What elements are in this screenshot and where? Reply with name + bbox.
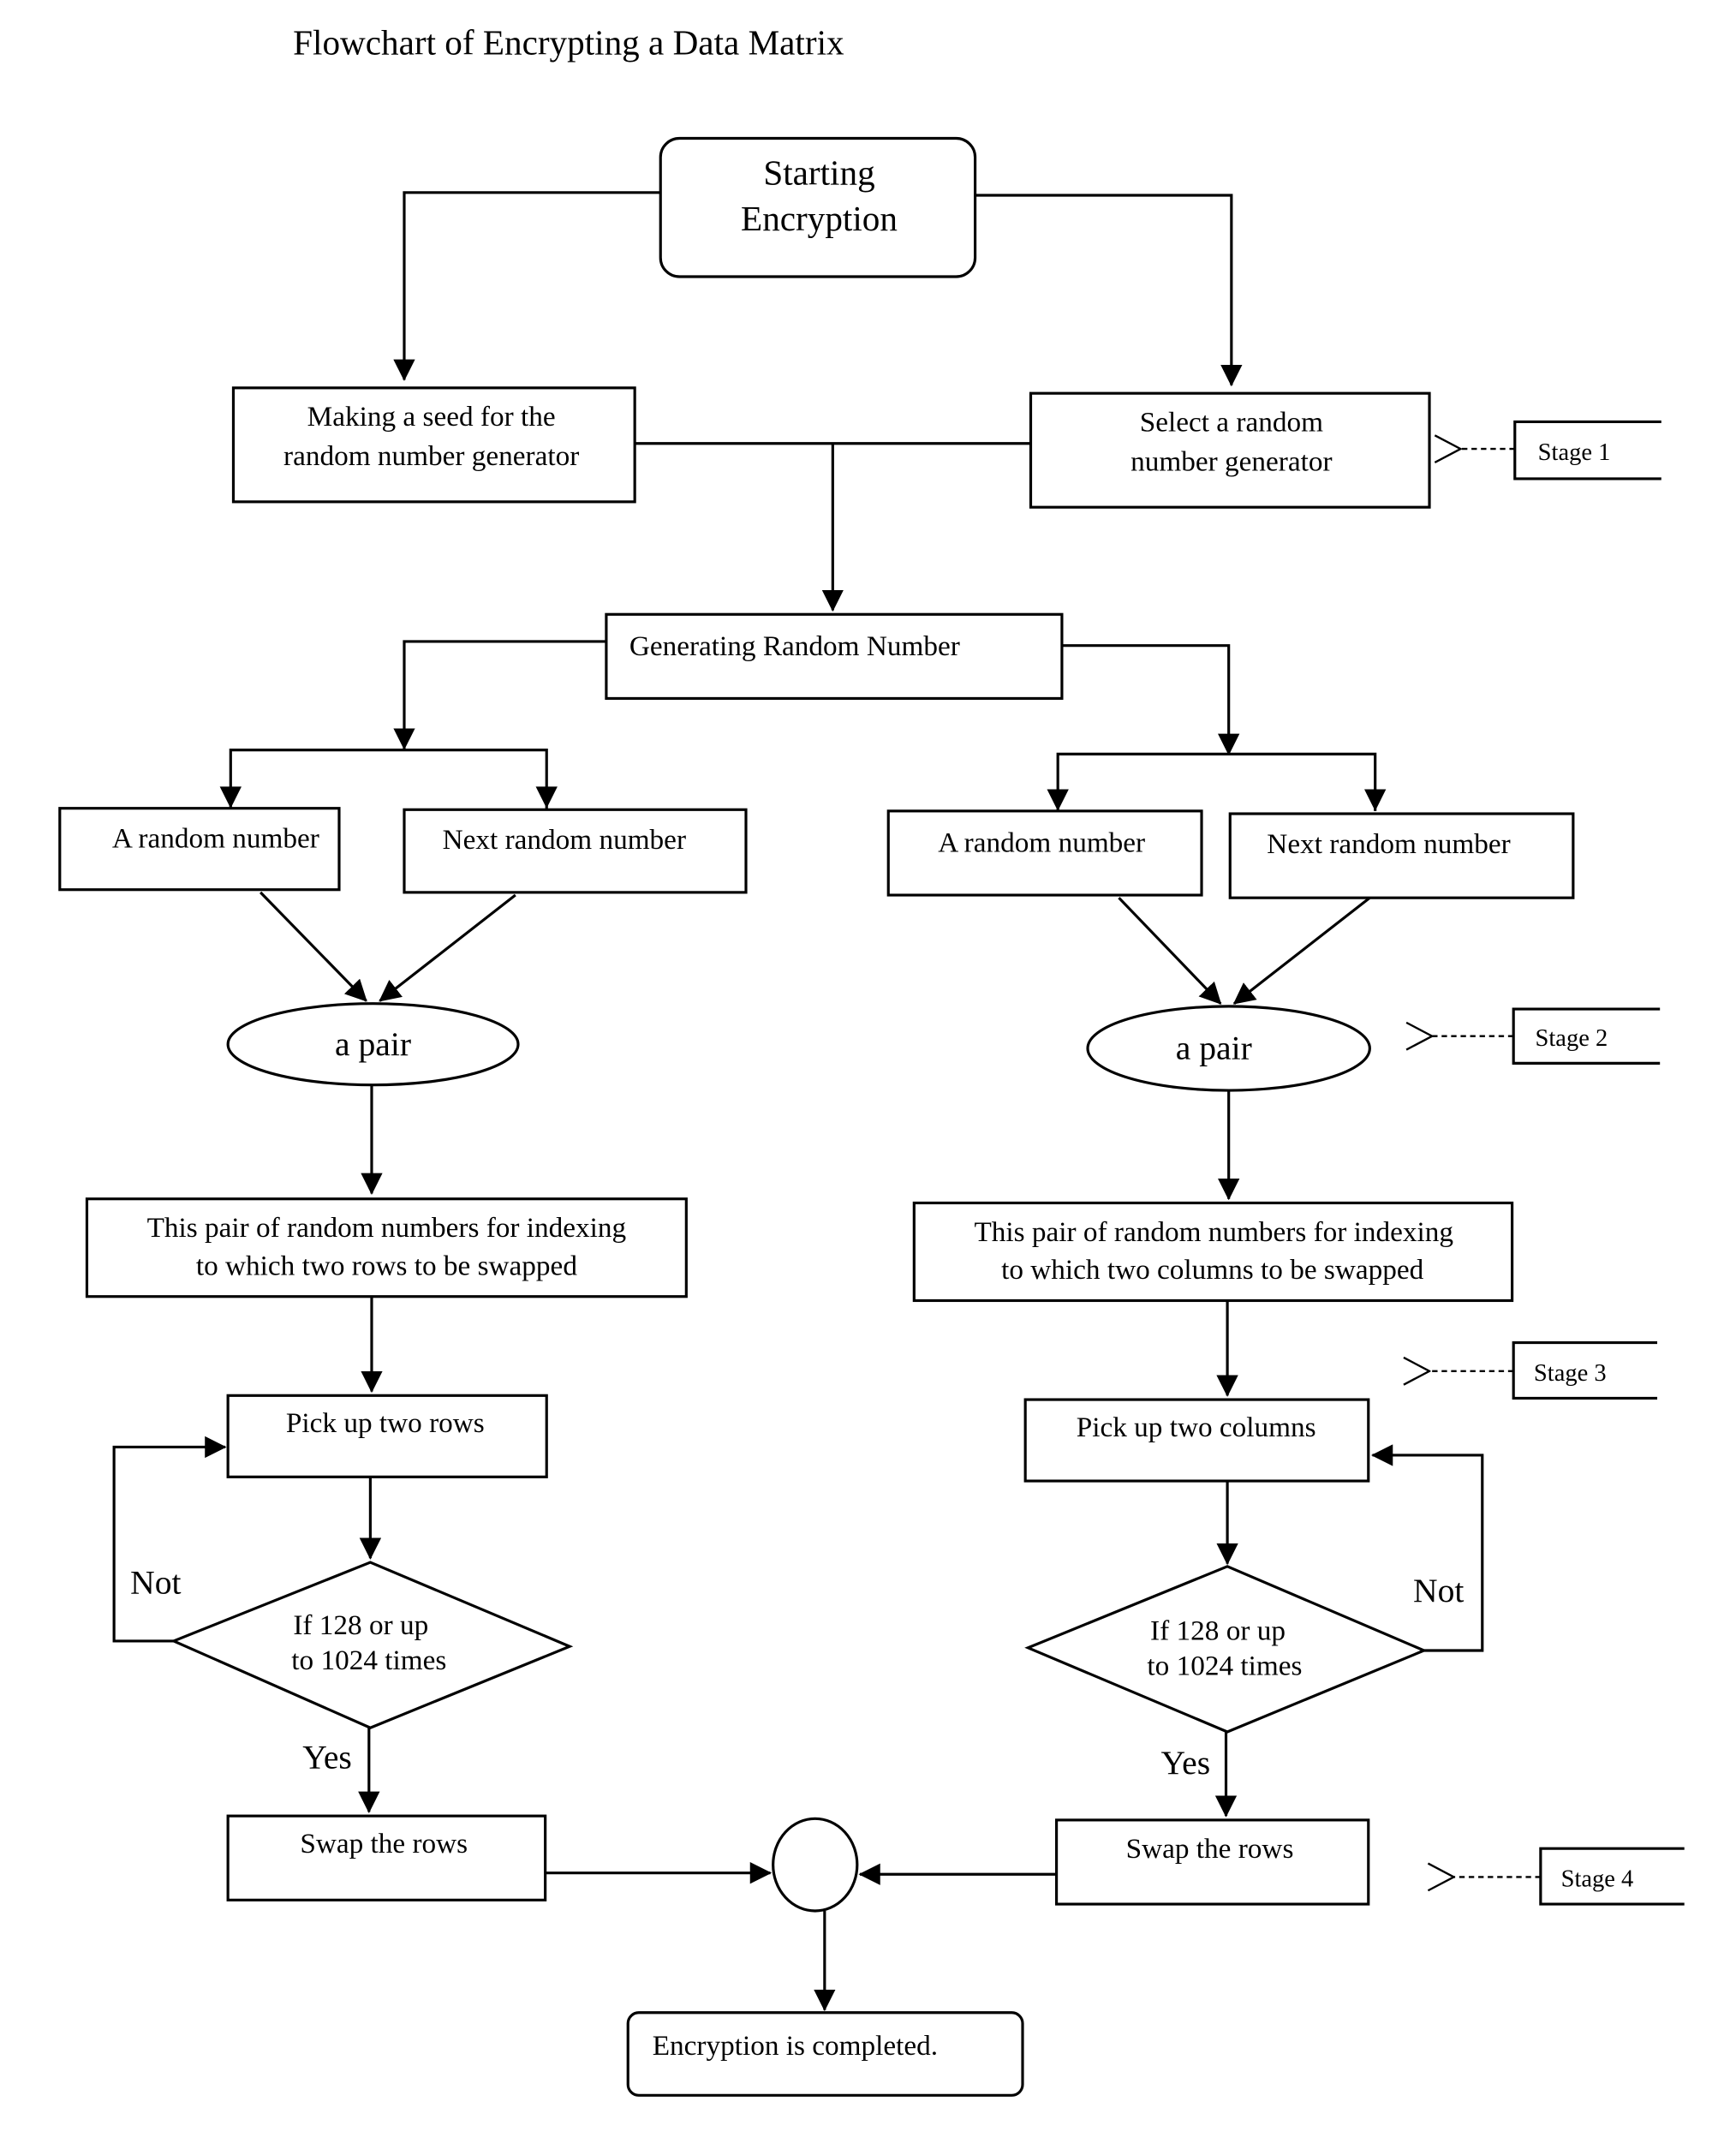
left-decision-label-2: to 1024 times <box>291 1645 446 1676</box>
connector-left-next-pair <box>379 893 516 1002</box>
stage-2-label: Stage 2 <box>1536 1025 1608 1052</box>
connector-start-seed <box>393 191 661 381</box>
left-index-label-2: to which two rows to be swapped <box>196 1250 577 1281</box>
right-decision-label-1: If 128 or up <box>1150 1615 1286 1646</box>
right-pair-label: a pair <box>1176 1030 1252 1067</box>
left-not-label: Not <box>130 1563 181 1601</box>
left-index-label-1: This pair of random numbers for indexing <box>147 1212 627 1244</box>
connector-right-not-loop <box>1370 1444 1484 1652</box>
right-index-label-2: to which two columns to be swapped <box>1001 1254 1424 1286</box>
end-node-label: Encryption is completed. <box>653 2030 938 2062</box>
right-decision-node <box>1024 1565 1428 1734</box>
left-random-label: A random number <box>112 823 319 855</box>
connector-left-split <box>229 749 548 810</box>
connector-start-rng <box>975 194 1243 387</box>
left-pick-label: Pick up two rows <box>286 1407 485 1439</box>
start-node-label-2: Encryption <box>741 199 898 238</box>
right-not-label: Not <box>1413 1572 1464 1609</box>
left-yes-label: Yes <box>302 1739 352 1776</box>
left-decision-label-1: If 128 or up <box>293 1609 428 1641</box>
left-pair-label: a pair <box>335 1025 411 1063</box>
right-random-label: A random number <box>938 827 1145 858</box>
right-next-random-label: Next random number <box>1267 828 1510 860</box>
seed-node-label-1: Making a seed for the <box>307 401 556 433</box>
right-yes-label: Yes <box>1161 1744 1211 1782</box>
right-decision-label-2: to 1024 times <box>1147 1650 1302 1681</box>
connector-left-random-pair <box>260 891 367 1002</box>
stage-3-label: Stage 3 <box>1534 1360 1607 1387</box>
start-node-label-1: Starting <box>763 152 874 192</box>
connector-left-not-loop <box>112 1436 227 1643</box>
connector-right-next-pair <box>1232 896 1371 1005</box>
generate-node-label: Generating Random Number <box>629 630 960 662</box>
merge-connector-node <box>772 1817 859 1913</box>
right-pick-label: Pick up two columns <box>1077 1412 1316 1443</box>
select-rng-label-2: number generator <box>1130 445 1332 477</box>
right-index-label-1: This pair of random numbers for indexing <box>974 1216 1453 1248</box>
select-rng-label-1: Select a random <box>1140 407 1323 439</box>
connector-right-random-pair <box>1118 897 1222 1005</box>
diagram-title: Flowchart of Encrypting a Data Matrix <box>293 22 844 62</box>
right-swap-label: Swap the rows <box>1126 1833 1294 1865</box>
stage-4-label: Stage 4 <box>1561 1865 1634 1892</box>
flowchart: Flowchart of Encrypting a Data Matrix St… <box>58 22 1685 2097</box>
connector-generate-right <box>1061 644 1240 755</box>
connector-generate-left <box>393 640 606 750</box>
stage-1-label: Stage 1 <box>1538 439 1611 466</box>
seed-node-label-2: random number generator <box>283 440 579 472</box>
left-swap-label: Swap the rows <box>300 1828 468 1860</box>
left-next-random-label: Next random number <box>443 824 686 856</box>
connector-right-split <box>1056 752 1377 811</box>
